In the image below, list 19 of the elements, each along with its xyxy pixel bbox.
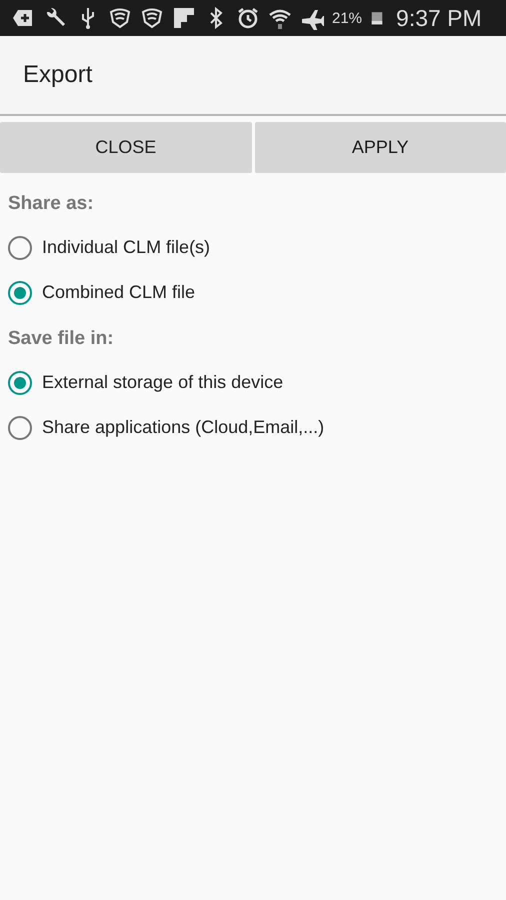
radio-option[interactable]: External storage of this device — [8, 360, 284, 405]
clock-time: 9:37 PM — [396, 4, 482, 32]
battery-percent: 21% — [332, 10, 362, 26]
shield-wifi-icon — [140, 6, 164, 30]
screen-title: Export — [23, 61, 92, 89]
radio-button[interactable] — [8, 416, 32, 440]
apply-button[interactable]: APPLY — [254, 122, 506, 173]
shield-wifi-icon — [108, 6, 132, 30]
radio-option[interactable]: Individual CLM file(s) — [8, 225, 210, 270]
radio-option[interactable]: Combined CLM file — [8, 270, 196, 315]
radio-option[interactable]: Share applications (Cloud,Email,...) — [8, 405, 324, 450]
radio-button[interactable] — [8, 236, 32, 260]
radio-button[interactable] — [8, 370, 32, 394]
section-heading: Save file in: — [8, 328, 115, 350]
alarm-icon — [236, 6, 260, 30]
close-button[interactable]: CLOSE — [0, 122, 252, 173]
section-heading: Share as: — [8, 193, 95, 215]
square-logo-icon — [172, 6, 196, 30]
radio-button[interactable] — [8, 280, 32, 304]
